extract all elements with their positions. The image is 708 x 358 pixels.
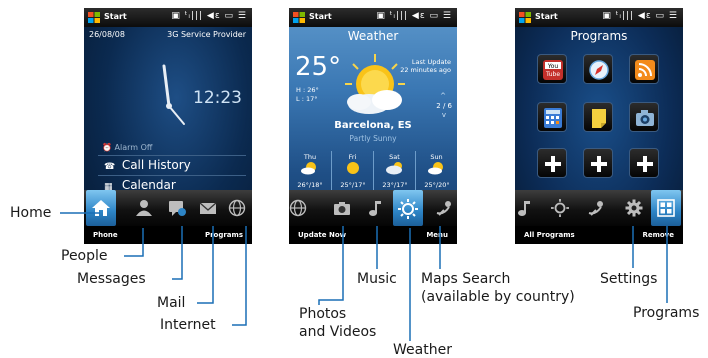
callout-photos-line1: Photos <box>299 306 347 322</box>
callout-weather: Weather <box>393 342 452 358</box>
callout-maps-line1: Maps Search <box>421 271 511 287</box>
callout-photos-videos: Photos and Videos <box>299 305 376 341</box>
callout-maps-search: Maps Search (available by country) <box>421 270 575 306</box>
callout-music: Music <box>357 271 397 287</box>
callout-messages: Messages <box>77 271 146 287</box>
callout-programs: Programs <box>633 305 700 321</box>
callout-maps-line2: (available by country) <box>421 289 575 305</box>
callout-mail: Mail <box>157 295 186 311</box>
callout-people: People <box>61 248 108 264</box>
callout-settings: Settings <box>600 271 658 287</box>
callout-internet: Internet <box>160 317 216 333</box>
callout-home: Home <box>10 205 52 221</box>
callout-photos-line2: and Videos <box>299 324 377 340</box>
